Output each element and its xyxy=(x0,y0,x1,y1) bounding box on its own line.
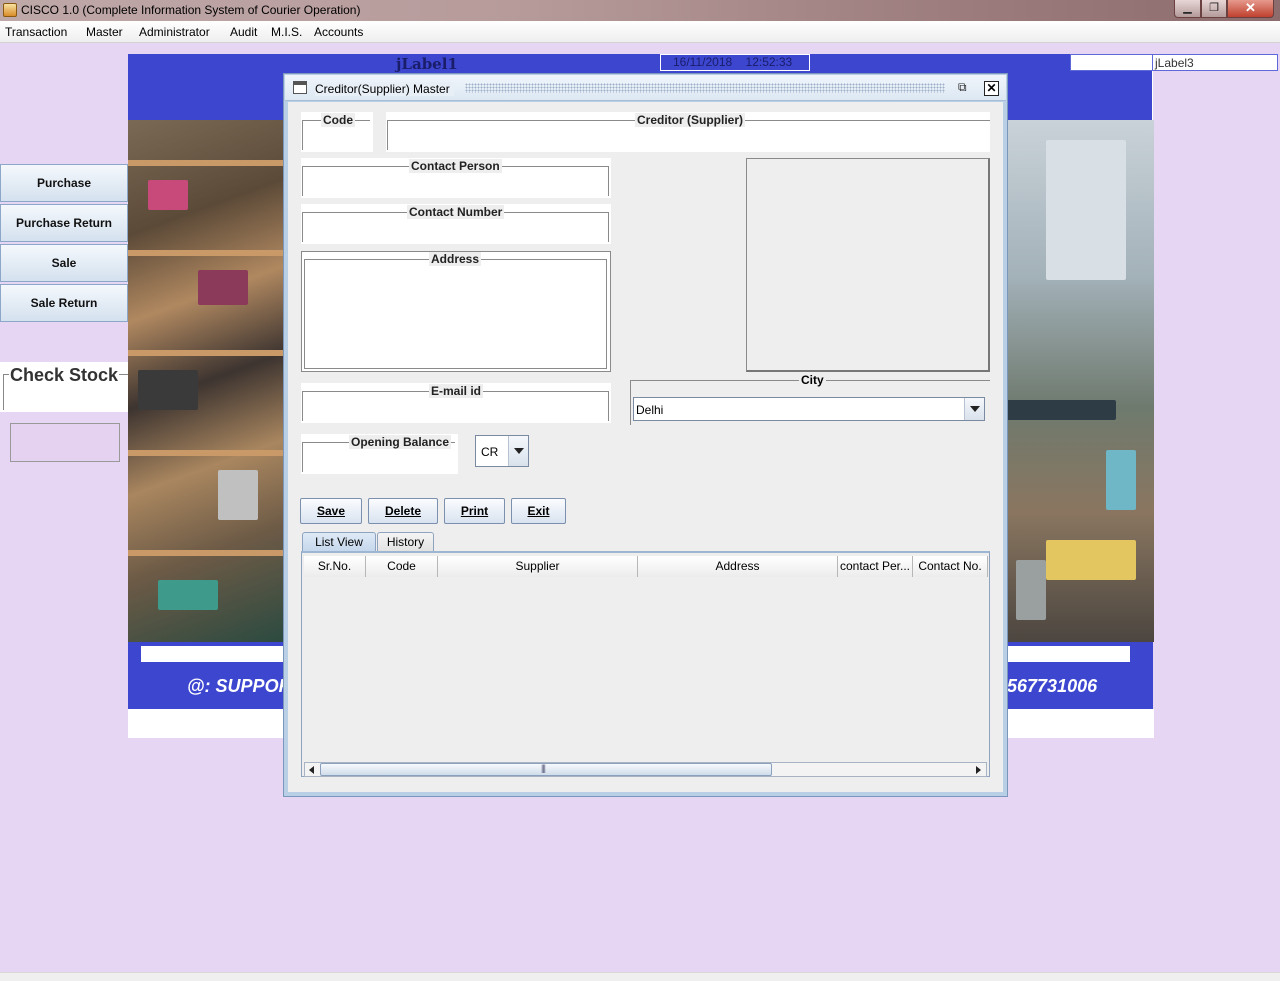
col-header-srno[interactable]: Sr.No. xyxy=(304,556,366,577)
sale-button[interactable]: Sale xyxy=(0,244,128,282)
window-title: CISCO 1.0 (Complete Information System o… xyxy=(21,3,361,17)
internal-frame-title-bar[interactable]: Creditor(Supplier) Master ⧉ ✕ xyxy=(285,75,1006,101)
balance-type-value: CR xyxy=(481,445,499,459)
menu-transaction[interactable]: Transaction xyxy=(5,25,67,39)
date-label: 16/11/2018 xyxy=(673,55,733,69)
print-button[interactable]: Print xyxy=(444,498,505,524)
menu-bar: Transaction Master Administrator Audit M… xyxy=(0,21,1280,43)
table-header: Sr.No. Code Supplier Address contact Per… xyxy=(304,556,988,577)
jlabel3: jLabel3 xyxy=(1155,56,1194,70)
email-label: E-mail id xyxy=(429,384,484,398)
close-icon: ✕ xyxy=(1245,0,1256,15)
col-header-code[interactable]: Code xyxy=(366,556,438,577)
close-button[interactable]: ✕ xyxy=(1227,0,1274,18)
creditor-label: Creditor (Supplier) xyxy=(635,113,746,127)
code-label: Code xyxy=(321,113,355,127)
chevron-down-icon xyxy=(514,448,524,454)
maximize-button[interactable]: ❐ xyxy=(1201,0,1227,18)
purchase-button[interactable]: Purchase xyxy=(0,164,128,202)
city-value: Delhi xyxy=(636,403,664,417)
contact-number-input[interactable]: Contact Number xyxy=(302,205,609,242)
col-header-address[interactable]: Address xyxy=(638,556,838,577)
save-button[interactable]: Save xyxy=(300,498,362,524)
supplier-table: Sr.No. Code Supplier Address contact Per… xyxy=(301,551,990,777)
menu-administrator[interactable]: Administrator xyxy=(139,25,210,39)
menu-accounts[interactable]: Accounts xyxy=(314,25,363,39)
opening-balance-input[interactable]: Opening Balance xyxy=(302,435,455,472)
jlabel3-box: jLabel3 xyxy=(1070,54,1278,71)
java-app-icon xyxy=(3,3,17,17)
balance-type-dropdown[interactable]: CR xyxy=(475,435,529,467)
purchase-return-button[interactable]: Purchase Return xyxy=(0,204,128,242)
col-header-contact-person[interactable]: contact Per... xyxy=(838,556,913,577)
col-header-contact-no[interactable]: Contact No. xyxy=(913,556,988,577)
window-icon xyxy=(293,81,307,94)
time-label: 12:52:33 xyxy=(745,55,793,69)
delete-button[interactable]: Delete xyxy=(368,498,438,524)
minimize-icon: ▁ xyxy=(1183,2,1192,14)
opening-balance-label: Opening Balance xyxy=(349,435,452,449)
internal-frame-title: Creditor(Supplier) Master xyxy=(315,82,454,96)
exit-button[interactable]: Exit xyxy=(511,498,566,524)
window-title-bar: CISCO 1.0 (Complete Information System o… xyxy=(0,0,1280,21)
restore-icon[interactable]: ⧉ xyxy=(958,81,972,95)
creditor-input[interactable]: Creditor (Supplier) xyxy=(387,113,990,150)
sale-return-button[interactable]: Sale Return xyxy=(0,284,128,322)
address-textarea[interactable]: Address xyxy=(304,252,607,369)
menu-master[interactable]: Master xyxy=(86,25,123,39)
chevron-down-icon xyxy=(970,406,980,412)
check-stock-field[interactable] xyxy=(10,423,120,462)
jlabel1: jLabel1 xyxy=(396,55,458,73)
col-header-supplier[interactable]: Supplier xyxy=(438,556,638,577)
datetime-display: 16/11/2018 12:52:33 xyxy=(660,54,810,71)
store-photo-left xyxy=(128,120,286,642)
minimize-button[interactable]: ▁ xyxy=(1174,0,1201,18)
scrollbar-thumb[interactable] xyxy=(320,763,772,776)
status-bar xyxy=(0,972,1280,981)
city-dropdown-arrow[interactable] xyxy=(964,398,984,420)
scroll-left-icon[interactable] xyxy=(305,763,320,776)
jlabel3-field xyxy=(1071,55,1153,70)
check-stock-label: Check Stock xyxy=(9,365,120,386)
ticker-strip-left xyxy=(141,646,286,662)
horizontal-scrollbar[interactable] xyxy=(304,762,987,777)
photo-panel xyxy=(746,158,990,372)
contact-person-label: Contact Person xyxy=(409,159,502,173)
scroll-right-icon[interactable] xyxy=(971,763,986,776)
city-dropdown[interactable]: Delhi xyxy=(633,397,985,421)
tab-list-view[interactable]: List View xyxy=(302,532,376,552)
ticker-strip-right xyxy=(1006,646,1130,662)
address-label: Address xyxy=(429,252,482,266)
maximize-icon: ❐ xyxy=(1209,2,1219,14)
balance-type-arrow[interactable] xyxy=(508,436,528,466)
contact-number-label: Contact Number xyxy=(407,205,505,219)
tab-history[interactable]: History xyxy=(377,532,434,552)
email-input[interactable]: E-mail id xyxy=(302,384,609,421)
store-photo-right xyxy=(1006,120,1154,642)
menu-mis[interactable]: M.I.S. xyxy=(271,25,302,39)
phone-text: 567731006 xyxy=(1007,676,1098,696)
frame-close-icon[interactable]: ✕ xyxy=(984,81,999,96)
support-text: @: SUPPOR xyxy=(187,676,292,696)
contact-person-input[interactable]: Contact Person xyxy=(302,159,609,196)
city-label: City xyxy=(799,373,826,387)
code-input[interactable]: Code xyxy=(302,113,370,150)
menu-audit[interactable]: Audit xyxy=(230,25,257,39)
